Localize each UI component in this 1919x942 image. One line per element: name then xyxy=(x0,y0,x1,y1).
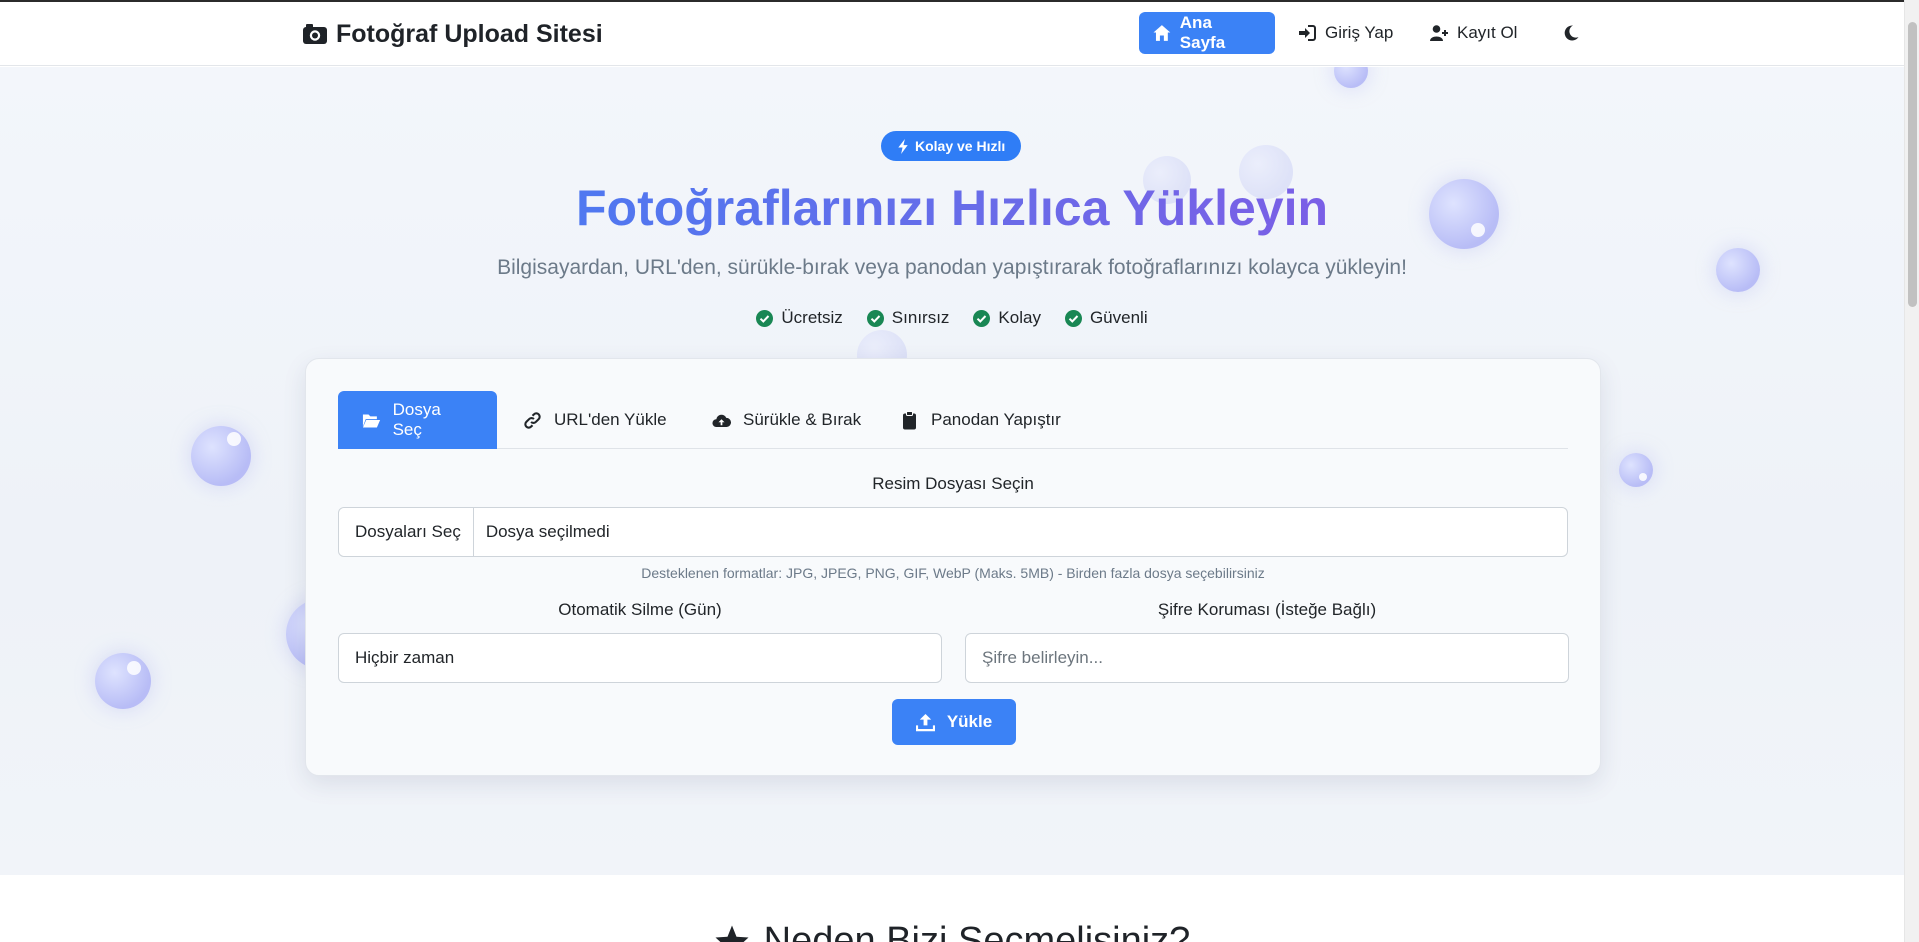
home-icon xyxy=(1153,25,1171,41)
check-circle-icon xyxy=(973,309,991,327)
page-scrollbar[interactable] xyxy=(1904,0,1919,942)
feature-badge-label: Kolay ve Hızlı xyxy=(915,138,1006,154)
check-circle-icon xyxy=(1064,309,1082,327)
page-subtitle: Bilgisayardan, URL'den, sürükle-bırak ve… xyxy=(497,256,1407,279)
auto-delete-label: Otomatik Silme (Gün) xyxy=(558,600,722,619)
bolt-icon xyxy=(898,138,908,154)
upload-button-label: Yükle xyxy=(946,712,993,731)
theme-toggle-button[interactable] xyxy=(1550,12,1592,54)
supported-formats-hint: Desteklenen formatlar: JPG, JPEG, PNG, G… xyxy=(641,565,1265,581)
tab-label: Dosya Seç xyxy=(392,400,441,439)
brand-name: Fotoğraf Upload Sitesi xyxy=(336,19,603,48)
feature-list: Ücretsiz Sınırsız Kolay Güvenli xyxy=(0,308,1904,328)
tab-label: URL'den Yükle xyxy=(554,410,667,429)
feature-item: Güvenli xyxy=(1064,308,1148,328)
why-us-title: Neden Bizi Seçmelisiniz? xyxy=(0,920,1904,942)
star-icon xyxy=(715,925,749,942)
feature-item: Kolay xyxy=(973,308,1041,328)
password-input[interactable] xyxy=(965,633,1569,683)
tab-url-upload[interactable]: URL'den Yükle xyxy=(499,391,691,449)
feature-badge: Kolay ve Hızlı xyxy=(881,131,1022,161)
hero-section: Kolay ve Hızlı Fotoğraflarınızı Hızlıca … xyxy=(0,67,1904,875)
decorative-bubble xyxy=(95,653,151,709)
decorative-bubble xyxy=(191,426,251,486)
check-circle-icon xyxy=(866,309,884,327)
camera-icon xyxy=(303,24,327,44)
sign-in-icon xyxy=(1299,25,1316,41)
feature-item: Ücretsiz xyxy=(756,308,843,328)
choose-files-button[interactable]: Dosyaları Seç xyxy=(339,508,474,556)
tab-paste-clipboard[interactable]: Panodan Yapıştır xyxy=(876,391,1085,449)
file-status-text: Dosya seçilmedi xyxy=(485,522,610,541)
nav-login-link[interactable]: Giriş Yap xyxy=(1284,12,1407,54)
feature-label: Kolay xyxy=(998,308,1041,327)
file-input[interactable]: Dosyaları Seç Dosya seçilmedi xyxy=(338,507,1568,557)
feature-item: Sınırsız xyxy=(866,308,950,328)
brand[interactable]: Fotoğraf Upload Sitesi xyxy=(302,16,603,52)
feature-label: Sınırsız xyxy=(891,308,950,327)
decorative-bubble xyxy=(1619,453,1653,487)
tab-file-select[interactable]: Dosya Seç xyxy=(338,391,497,449)
feature-label: Ücretsiz xyxy=(781,308,843,327)
folder-open-icon xyxy=(362,413,381,427)
why-us-title-text: Neden Bizi Seçmelisiniz? xyxy=(763,920,1191,942)
nav-login-label: Giriş Yap xyxy=(1325,23,1394,42)
nav-register-label: Kayıt Ol xyxy=(1457,23,1518,42)
upload-icon xyxy=(915,713,935,731)
file-select-label: Resim Dosyası Seçin xyxy=(872,474,1034,493)
clipboard-icon xyxy=(903,410,916,429)
auto-delete-select[interactable]: Hiçbir zaman xyxy=(338,633,942,683)
why-us-section: Neden Bizi Seçmelisiniz? xyxy=(0,875,1904,942)
cloud-upload-icon xyxy=(712,414,731,427)
upload-button[interactable]: Yükle xyxy=(892,699,1016,745)
scrollbar-thumb[interactable] xyxy=(1908,22,1917,307)
nav-home-label: Ana Sayfa xyxy=(1179,13,1226,52)
check-circle-icon xyxy=(756,309,774,327)
nav-register-link[interactable]: Kayıt Ol xyxy=(1416,12,1531,54)
page-title: Fotoğraflarınızı Hızlıca Yükleyin xyxy=(575,180,1329,236)
password-label: Şifre Koruması (İsteğe Bağlı) xyxy=(1157,600,1377,619)
decorative-bubble xyxy=(1334,67,1368,88)
user-plus-icon xyxy=(1430,25,1448,41)
upload-tabs: Dosya Seç URL'den Yükle Sürükle & Bırak xyxy=(338,391,1568,449)
upload-card: Dosya Seç URL'den Yükle Sürükle & Bırak xyxy=(305,358,1601,776)
tab-label: Sürükle & Bırak xyxy=(743,410,862,429)
feature-label: Güvenli xyxy=(1089,308,1148,327)
tab-label: Panodan Yapıştır xyxy=(931,410,1061,429)
navbar: Fotoğraf Upload Sitesi Ana Sayfa Giriş Y… xyxy=(0,2,1904,66)
nav-home-link[interactable]: Ana Sayfa xyxy=(1139,12,1275,54)
link-icon xyxy=(524,411,541,429)
tab-drag-drop[interactable]: Sürükle & Bırak xyxy=(688,391,885,449)
moon-icon xyxy=(1564,25,1579,41)
